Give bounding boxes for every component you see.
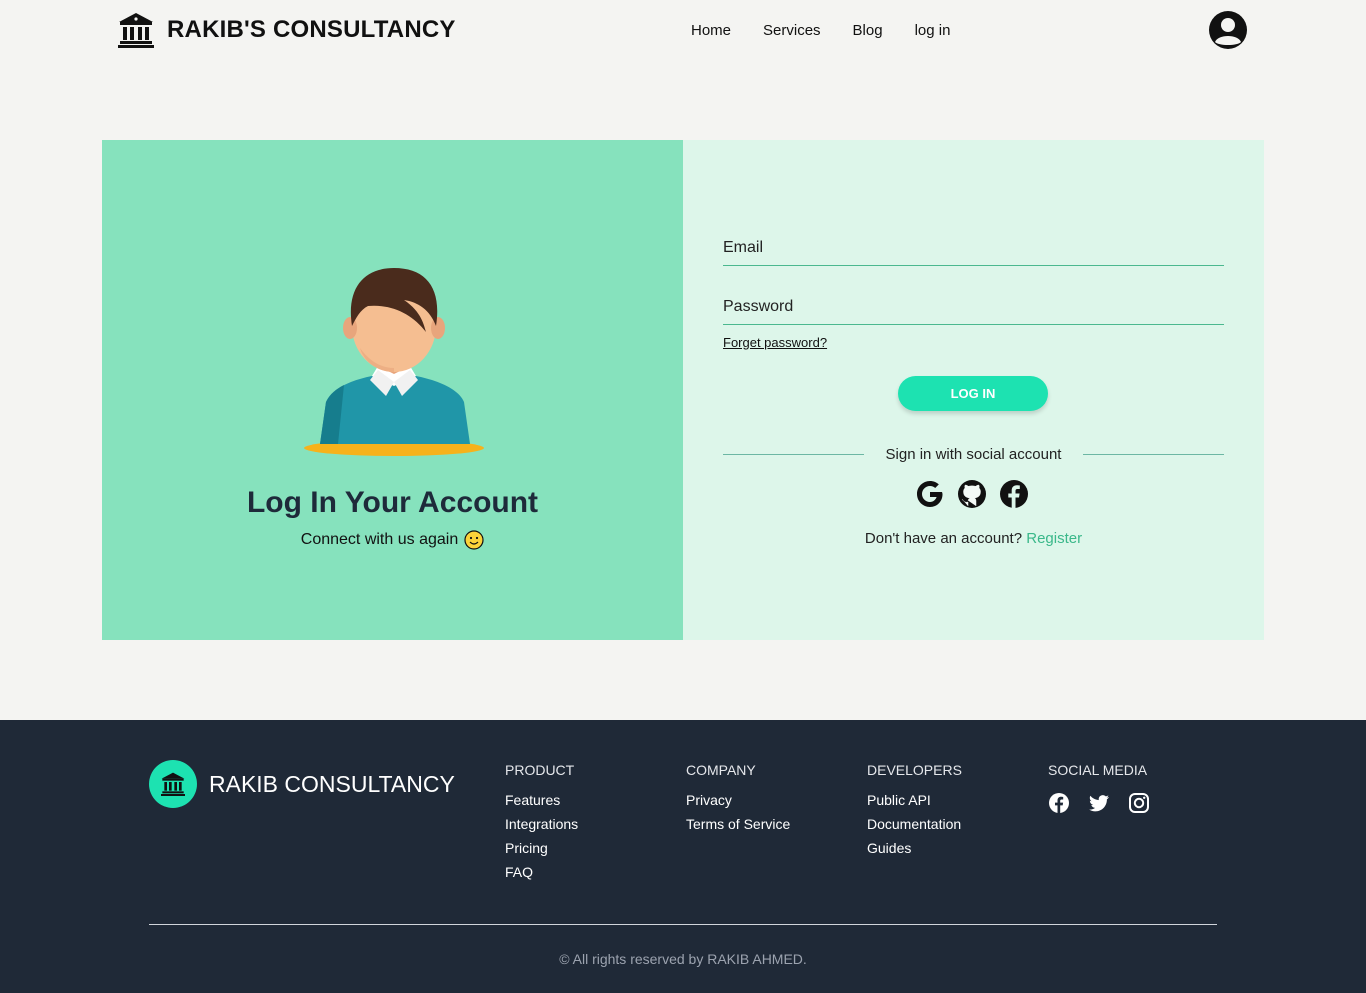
footer-divider xyxy=(149,924,1217,925)
footer-col-company: COMPANY Privacy Terms of Service xyxy=(686,762,790,840)
footer-col-title: DEVELOPERS xyxy=(867,762,962,778)
login-card: Log In Your Account Connect with us agai… xyxy=(102,140,1264,640)
welcome-panel: Log In Your Account Connect with us agai… xyxy=(102,140,683,640)
register-prompt: Don't have an account? Register xyxy=(683,530,1264,547)
footer-social-icons xyxy=(1048,792,1150,814)
github-icon[interactable] xyxy=(957,479,987,509)
footer-col-title: SOCIAL MEDIA xyxy=(1048,762,1148,778)
login-button[interactable]: LOG IN xyxy=(898,376,1048,411)
divider-line-right xyxy=(1083,454,1224,455)
facebook-icon[interactable] xyxy=(999,479,1029,509)
bank-icon xyxy=(118,13,154,48)
brand-name: RAKIB'S CONSULTANCY xyxy=(167,16,456,43)
footer-link-guides[interactable]: Guides xyxy=(867,840,962,856)
email-field[interactable]: Email xyxy=(723,239,1224,266)
footer-link-integrations[interactable]: Integrations xyxy=(505,816,578,832)
facebook-icon[interactable] xyxy=(1048,792,1070,814)
social-divider-text: Sign in with social account xyxy=(885,446,1062,463)
footer-link-features[interactable]: Features xyxy=(505,792,578,808)
register-link[interactable]: Register xyxy=(1026,530,1082,547)
footer-link-terms[interactable]: Terms of Service xyxy=(686,816,790,832)
footer-col-title: COMPANY xyxy=(686,762,756,778)
user-circle-icon[interactable] xyxy=(1208,10,1248,50)
nav-login[interactable]: log in xyxy=(915,22,951,39)
bank-icon xyxy=(161,772,185,796)
footer-link-public-api[interactable]: Public API xyxy=(867,792,962,808)
footer-logo xyxy=(149,760,197,808)
login-heading: Log In Your Account xyxy=(246,486,539,519)
instagram-icon[interactable] xyxy=(1128,792,1150,814)
main-nav: Home Services Blog log in xyxy=(691,22,982,39)
brand-logo-link[interactable]: RAKIB'S CONSULTANCY xyxy=(117,12,456,48)
no-account-text: Don't have an account? xyxy=(864,530,1023,547)
subtitle-text: Connect with us again xyxy=(300,531,459,548)
login-form-panel: Email Password Forget password? LOG IN S… xyxy=(683,140,1264,640)
footer-link-documentation[interactable]: Documentation xyxy=(867,816,962,832)
footer-col-product: PRODUCT Features Integrations Pricing FA… xyxy=(505,762,578,888)
social-divider: Sign in with social account xyxy=(723,446,1224,463)
site-footer: RAKIB CONSULTANCY PRODUCT Features Integ… xyxy=(0,720,1366,993)
social-login-buttons xyxy=(915,479,1029,509)
nav-home[interactable]: Home xyxy=(691,22,731,39)
copyright-text: © All rights reserved by RAKIB AHMED. xyxy=(559,951,807,967)
nav-blog[interactable]: Blog xyxy=(853,22,883,39)
footer-col-title: PRODUCT xyxy=(505,762,575,778)
divider-line-left xyxy=(723,454,864,455)
google-icon[interactable] xyxy=(915,479,945,509)
nav-services[interactable]: Services xyxy=(763,22,821,39)
login-subheading: Connect with us again xyxy=(102,530,683,550)
footer-link-privacy[interactable]: Privacy xyxy=(686,792,790,808)
footer-brand-name: RAKIB CONSULTANCY xyxy=(209,770,455,797)
password-field[interactable]: Password xyxy=(723,298,1224,325)
footer-link-faq[interactable]: FAQ xyxy=(505,864,578,880)
footer-brand[interactable]: RAKIB CONSULTANCY xyxy=(149,760,455,808)
footer-col-developers: DEVELOPERS Public API Documentation Guid… xyxy=(867,762,962,864)
footer-link-pricing[interactable]: Pricing xyxy=(505,840,578,856)
user-avatar-illustration xyxy=(304,268,484,456)
forget-password-link[interactable]: Forget password? xyxy=(723,335,827,350)
twitter-icon[interactable] xyxy=(1088,792,1110,814)
footer-col-social: SOCIAL MEDIA xyxy=(1048,762,1150,814)
smile-emoji-icon xyxy=(464,530,484,550)
